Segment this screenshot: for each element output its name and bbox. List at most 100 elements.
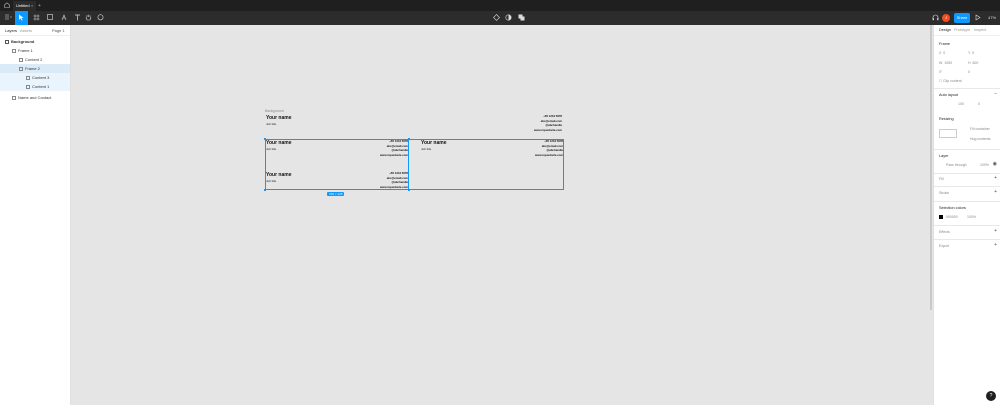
help-button[interactable]: ? [986,391,996,401]
width-field[interactable]: W 1050 [939,61,952,65]
size-badge: 700 × 125 [327,192,345,196]
x-field[interactable]: X 0 [939,51,945,55]
tab-design[interactable]: Design [939,25,951,36]
share-button[interactable]: Share [954,13,970,23]
figma-menu-icon[interactable] [2,11,14,25]
card-job-title: Job title [266,122,277,126]
fill-container-option[interactable]: Fill container [970,127,990,131]
left-panel-tabs: Layers Assets Page 1 [0,25,70,36]
selection-colors-title: Selection colors [939,206,966,210]
hand-tool-icon[interactable] [84,11,93,25]
canvas-scrollbar[interactable] [930,25,932,310]
divider [934,88,1000,89]
add-stroke-icon[interactable]: + [994,189,997,195]
card-name: Your name [266,140,292,146]
card-contact: +65 1234 5678 abc@email.com @abchandle w… [535,139,563,157]
card-website: www.mywebsite.com [379,152,408,157]
frame-icon [19,57,23,62]
move-tool-icon[interactable] [15,11,28,25]
layers-panel: Layers Assets Page 1 Background Frame 1 … [0,25,71,405]
home-icon[interactable] [3,2,10,9]
effects-section-title: Effects [939,230,950,234]
component-icon[interactable] [492,11,501,25]
stroke-section-title: Stroke [939,191,950,195]
auto-layout-remove-icon[interactable]: − [994,91,997,97]
layer-label: Frame 1 [18,48,33,53]
figma-app: Untitled × + J Share 47% Layers Assets P… [0,0,1000,405]
add-effect-icon[interactable]: + [994,228,997,234]
layer-name-and-contact[interactable]: Name and Contact [0,93,70,102]
layer-content-1[interactable]: Content 1 [0,82,70,91]
new-tab-icon[interactable]: + [38,1,41,11]
zoom-level[interactable]: 47% [988,11,996,25]
add-export-icon[interactable]: + [994,242,997,248]
padding-field[interactable]: 0 [978,102,980,106]
w-value: 1050 [944,61,953,65]
card-name: Your name [421,140,447,146]
radius-field[interactable]: 0 [968,70,970,74]
height-field[interactable]: H 600 [968,61,978,65]
business-card[interactable]: Your name Job title +65 1234 5678 abc@em… [265,113,563,137]
mask-icon[interactable] [504,11,513,25]
layer-frame-2[interactable]: Frame 2 [0,64,70,73]
play-icon[interactable] [974,11,982,25]
tab-prototype[interactable]: Prototype [954,25,970,36]
layer-content-2[interactable]: Content 2 [0,55,70,64]
comment-tool-icon[interactable] [95,11,105,25]
color-opacity[interactable]: 100% [967,215,976,219]
card-name: Your name [266,172,292,178]
auto-layout-title: Auto layout [939,93,958,97]
layer-background[interactable]: Background [0,37,70,46]
tab-close-icon[interactable]: × [31,1,33,11]
fill-section-title: Fill [939,177,944,181]
eye-icon[interactable]: ◉ [993,161,997,167]
design-panel: Design Prototype Inspect Frame X 0 Y 0 W… [933,25,1000,405]
clip-content-checkbox[interactable]: ☐ Clip content [939,79,962,83]
export-section-title: Export [939,244,950,248]
divider [934,149,1000,150]
y-field[interactable]: Y 0 [968,51,974,55]
boolean-icon[interactable] [516,11,528,25]
card-website: www.mywebsite.com [379,184,408,189]
tab-inspect[interactable]: Inspect [974,25,986,36]
headphones-icon[interactable] [931,11,939,25]
toolbar: J Share 47% [0,11,1000,25]
color-hex[interactable]: 000000 [946,215,958,219]
blend-mode-select[interactable]: Pass through [946,163,967,167]
avatar[interactable]: J [942,14,950,22]
layer-label: Content 1 [32,84,50,89]
layer-label: Name and Contact [18,95,52,100]
card-job-title: Job title [421,147,432,151]
tab-assets[interactable]: Assets [20,25,32,36]
text-tool-icon[interactable] [73,11,81,25]
tab-layers[interactable]: Layers [5,25,17,36]
frame-icon [26,84,30,89]
canvas[interactable]: Background Your name Job title +65 1234 … [71,25,931,405]
w-label: W [939,61,943,65]
frame-tool-icon[interactable] [31,11,44,25]
pen-tool-icon[interactable] [59,11,72,25]
layer-label: Frame 2 [25,66,40,71]
page-selector[interactable]: Page 1 [52,25,65,36]
frame-icon [26,75,30,80]
shape-tool-icon[interactable] [45,11,58,25]
business-card[interactable]: Your name Job title +65 1234 5678 abc@em… [265,170,409,194]
spacing-field[interactable]: 100 [958,102,964,106]
divider [934,173,1000,174]
divider [934,201,1000,202]
card-name: Your name [266,115,292,121]
frame-section-title: Frame [939,42,950,46]
layer-content-3[interactable]: Content 3 [0,73,70,82]
business-card[interactable]: Your name Job title +65 1234 5678 abc@em… [420,138,564,162]
layer-opacity[interactable]: 100% [980,163,989,167]
add-fill-icon[interactable]: + [994,175,997,181]
layer-frame-1[interactable]: Frame 1 [0,46,70,55]
hug-contents-option[interactable]: Hug contents [970,137,991,141]
divider [934,186,1000,187]
business-card[interactable]: Your name Job title +65 1234 5678 abc@em… [265,138,409,162]
color-swatch[interactable] [939,215,943,219]
y-label: Y [968,51,971,55]
rotation-field[interactable]: 0° [939,70,942,74]
divider [934,239,1000,240]
layer-label: Content 2 [25,57,43,62]
